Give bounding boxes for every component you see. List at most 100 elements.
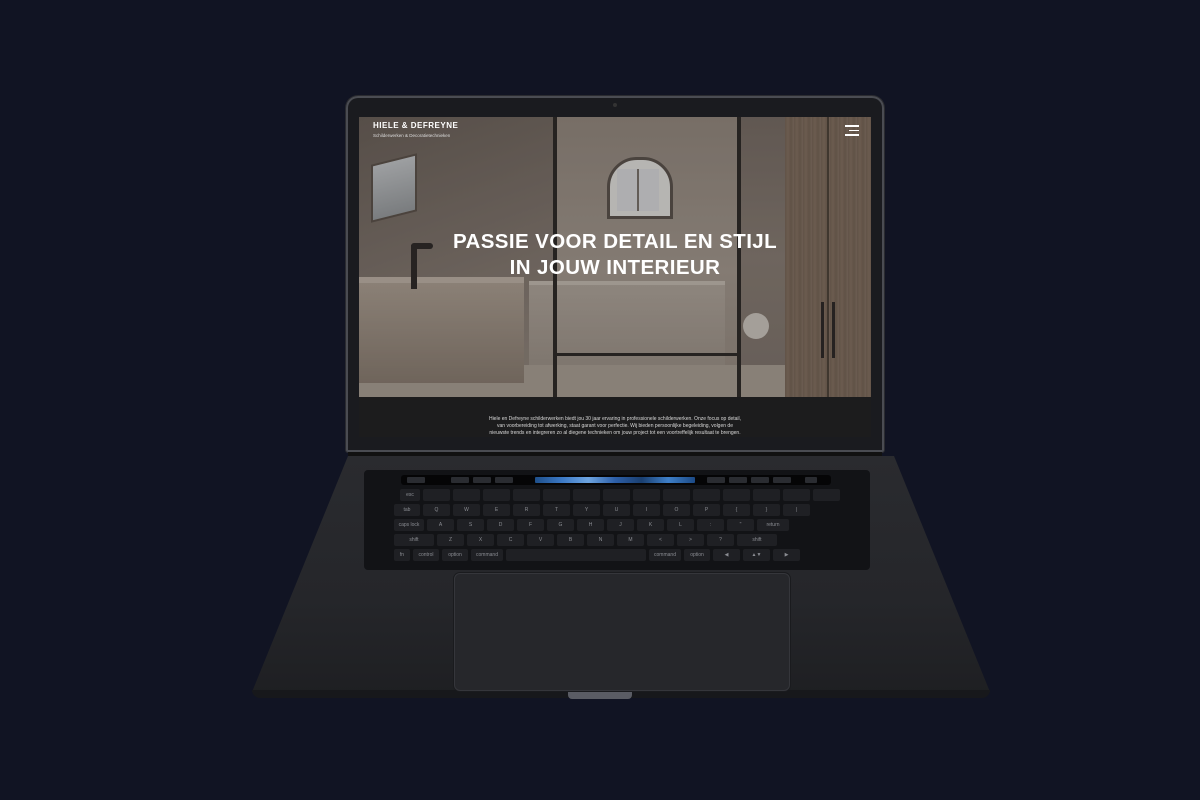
key[interactable]: [543, 489, 570, 501]
key[interactable]: [453, 489, 480, 501]
key[interactable]: >: [677, 534, 704, 546]
key[interactable]: ▶: [773, 549, 800, 561]
touchbar-key[interactable]: [729, 477, 747, 483]
key[interactable]: E: [483, 504, 510, 516]
key[interactable]: I: [633, 504, 660, 516]
key[interactable]: P: [693, 504, 720, 516]
brand-tagline: Schilderwerken & Decoratietechnieken: [373, 133, 451, 138]
key[interactable]: Z: [437, 534, 464, 546]
key[interactable]: K: [637, 519, 664, 531]
touch-bar[interactable]: [401, 475, 831, 485]
trackpad[interactable]: [454, 573, 790, 691]
touchbar-key[interactable]: [773, 477, 791, 483]
key[interactable]: command: [649, 549, 681, 561]
key[interactable]: [483, 489, 510, 501]
intro-text: Hiele en Defreyne schilderwerken biedt j…: [459, 416, 771, 437]
keyboard-row-top: tab Q W E R T Y U I O P{} |: [394, 504, 813, 517]
laptop-screen: HIELE & DEFREYNE Schilderwerken & Decora…: [359, 117, 871, 437]
key[interactable]: N: [587, 534, 614, 546]
key[interactable]: ": [727, 519, 754, 531]
touchbar-key[interactable]: [473, 477, 491, 483]
laptop-lid: HIELE & DEFREYNE Schilderwerken & Decora…: [346, 96, 884, 452]
key[interactable]: X: [467, 534, 494, 546]
key[interactable]: ?: [707, 534, 734, 546]
key[interactable]: [513, 489, 540, 501]
key[interactable]: |: [783, 504, 810, 516]
key[interactable]: [423, 489, 450, 501]
key[interactable]: F: [517, 519, 544, 531]
key[interactable]: [693, 489, 720, 501]
key[interactable]: [633, 489, 660, 501]
keyboard-row-bottom: shift Z X C V B N M < >? shift: [394, 534, 780, 547]
key[interactable]: [723, 489, 750, 501]
key[interactable]: fn: [394, 549, 410, 561]
key[interactable]: L: [667, 519, 694, 531]
keyboard-row-home: caps lock A S D F G H J K L: " return: [394, 519, 792, 532]
intro-section: Hiele en Defreyne schilderwerken biedt j…: [359, 397, 871, 437]
touchbar-key[interactable]: [495, 477, 513, 483]
key[interactable]: A: [427, 519, 454, 531]
key[interactable]: [753, 489, 780, 501]
touchbar-esc-key[interactable]: [407, 477, 425, 483]
key[interactable]: ◀: [713, 549, 740, 561]
key[interactable]: [783, 489, 810, 501]
key[interactable]: [603, 489, 630, 501]
touchbar-key[interactable]: [451, 477, 469, 483]
hamburger-menu-icon[interactable]: [845, 125, 859, 136]
key[interactable]: J: [607, 519, 634, 531]
key[interactable]: Q: [423, 504, 450, 516]
key[interactable]: return: [757, 519, 789, 531]
intro-line-2: van voorbereiding tot afwerking, staat g…: [497, 423, 733, 429]
key[interactable]: esc: [400, 489, 420, 501]
menu-bar: [845, 125, 859, 127]
key[interactable]: shift: [394, 534, 434, 546]
key[interactable]: caps lock: [394, 519, 424, 531]
key[interactable]: option: [684, 549, 710, 561]
key[interactable]: command: [471, 549, 503, 561]
key[interactable]: control: [413, 549, 439, 561]
key[interactable]: option: [442, 549, 468, 561]
intro-line-1: Hiele en Defreyne schilderwerken biedt j…: [488, 416, 742, 422]
touchbar-touchid[interactable]: [805, 477, 817, 483]
touchbar-control-strip[interactable]: [535, 477, 695, 483]
key[interactable]: C: [497, 534, 524, 546]
key[interactable]: Y: [573, 504, 600, 516]
headline-line-1: PASSIE VOOR DETAIL EN STIJL: [452, 230, 778, 253]
key[interactable]: [663, 489, 690, 501]
key[interactable]: U: [603, 504, 630, 516]
intro-line-3: nieuwste trends en integreren zo al dieg…: [489, 430, 741, 436]
key[interactable]: <: [647, 534, 674, 546]
key[interactable]: [573, 489, 600, 501]
keyboard: esc tab Q W E R T Y U I O P{} | caps lock A S D F G H J K L:…: [364, 470, 870, 570]
key[interactable]: [506, 549, 646, 561]
key[interactable]: }: [753, 504, 780, 516]
key[interactable]: O: [663, 504, 690, 516]
keyboard-row-modifiers: fn control option command command option ◀ ▲▼ ▶: [394, 549, 803, 562]
key[interactable]: B: [557, 534, 584, 546]
key[interactable]: T: [543, 504, 570, 516]
key[interactable]: V: [527, 534, 554, 546]
camera-dot: [613, 103, 617, 107]
key[interactable]: D: [487, 519, 514, 531]
keyboard-row-numbers: esc: [400, 489, 843, 502]
key[interactable]: ▲▼: [743, 549, 770, 561]
touchbar-key[interactable]: [707, 477, 725, 483]
key[interactable]: {: [723, 504, 750, 516]
key[interactable]: tab: [394, 504, 420, 516]
key[interactable]: :: [697, 519, 724, 531]
menu-bar: [845, 134, 859, 136]
key[interactable]: R: [513, 504, 540, 516]
key[interactable]: W: [453, 504, 480, 516]
brand-name: HIELE & DEFREYNE: [373, 121, 459, 130]
key[interactable]: S: [457, 519, 484, 531]
touchbar-key[interactable]: [751, 477, 769, 483]
key[interactable]: [813, 489, 840, 501]
site-logo[interactable]: HIELE & DEFREYNE Schilderwerken & Decora…: [373, 121, 458, 138]
key[interactable]: M: [617, 534, 644, 546]
key[interactable]: H: [577, 519, 604, 531]
key[interactable]: shift: [737, 534, 777, 546]
hero-headline: PASSIE VOOR DETAIL EN STIJL IN JOUW INTE…: [359, 229, 871, 281]
menu-bar: [849, 129, 859, 131]
key[interactable]: G: [547, 519, 574, 531]
headline-line-2: IN JOUW INTERIEUR: [509, 256, 721, 279]
